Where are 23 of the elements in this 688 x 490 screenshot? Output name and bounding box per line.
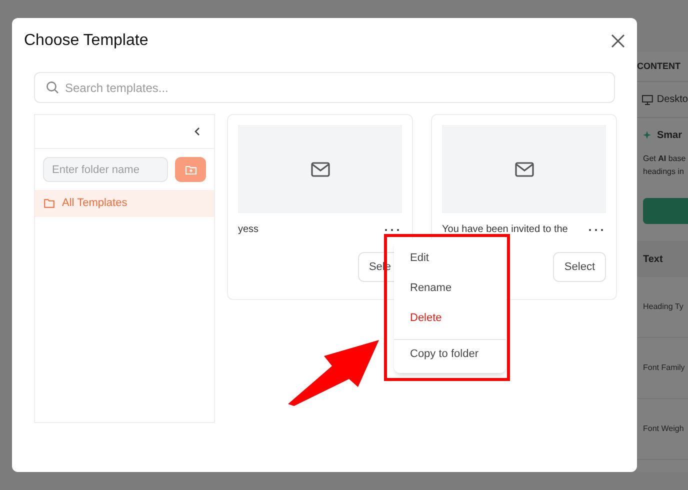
- field-label: Heading Ty: [643, 301, 684, 313]
- sparkle-icon: [643, 130, 653, 140]
- envelope-icon: [514, 162, 534, 176]
- description-text: Get AI base: [642, 153, 687, 165]
- menu-item[interactable]: Delete: [394, 303, 506, 333]
- folder-icon: [44, 199, 55, 208]
- section-heading: Text: [637, 241, 688, 277]
- search-icon: [46, 81, 59, 94]
- description-text: headings in: [642, 166, 685, 178]
- chevron-left-icon[interactable]: [194, 127, 200, 136]
- device-label: Deskto: [656, 93, 688, 107]
- close-button[interactable]: [609, 32, 627, 50]
- folder-plus-icon: [184, 164, 196, 174]
- template-name: yess: [238, 223, 259, 237]
- search-field[interactable]: Search templates...: [34, 72, 615, 103]
- smart-title: Smar: [657, 128, 682, 142]
- dialog-title: Choose Template: [24, 31, 148, 51]
- field-label: Font Weigh: [643, 423, 684, 435]
- folder-name-field[interactable]: Enter folder name: [43, 157, 168, 182]
- monitor-icon: [642, 94, 653, 104]
- envelope-icon: [310, 162, 330, 176]
- field-label: Font Family: [643, 362, 685, 374]
- select-button[interactable]: Select: [553, 252, 606, 282]
